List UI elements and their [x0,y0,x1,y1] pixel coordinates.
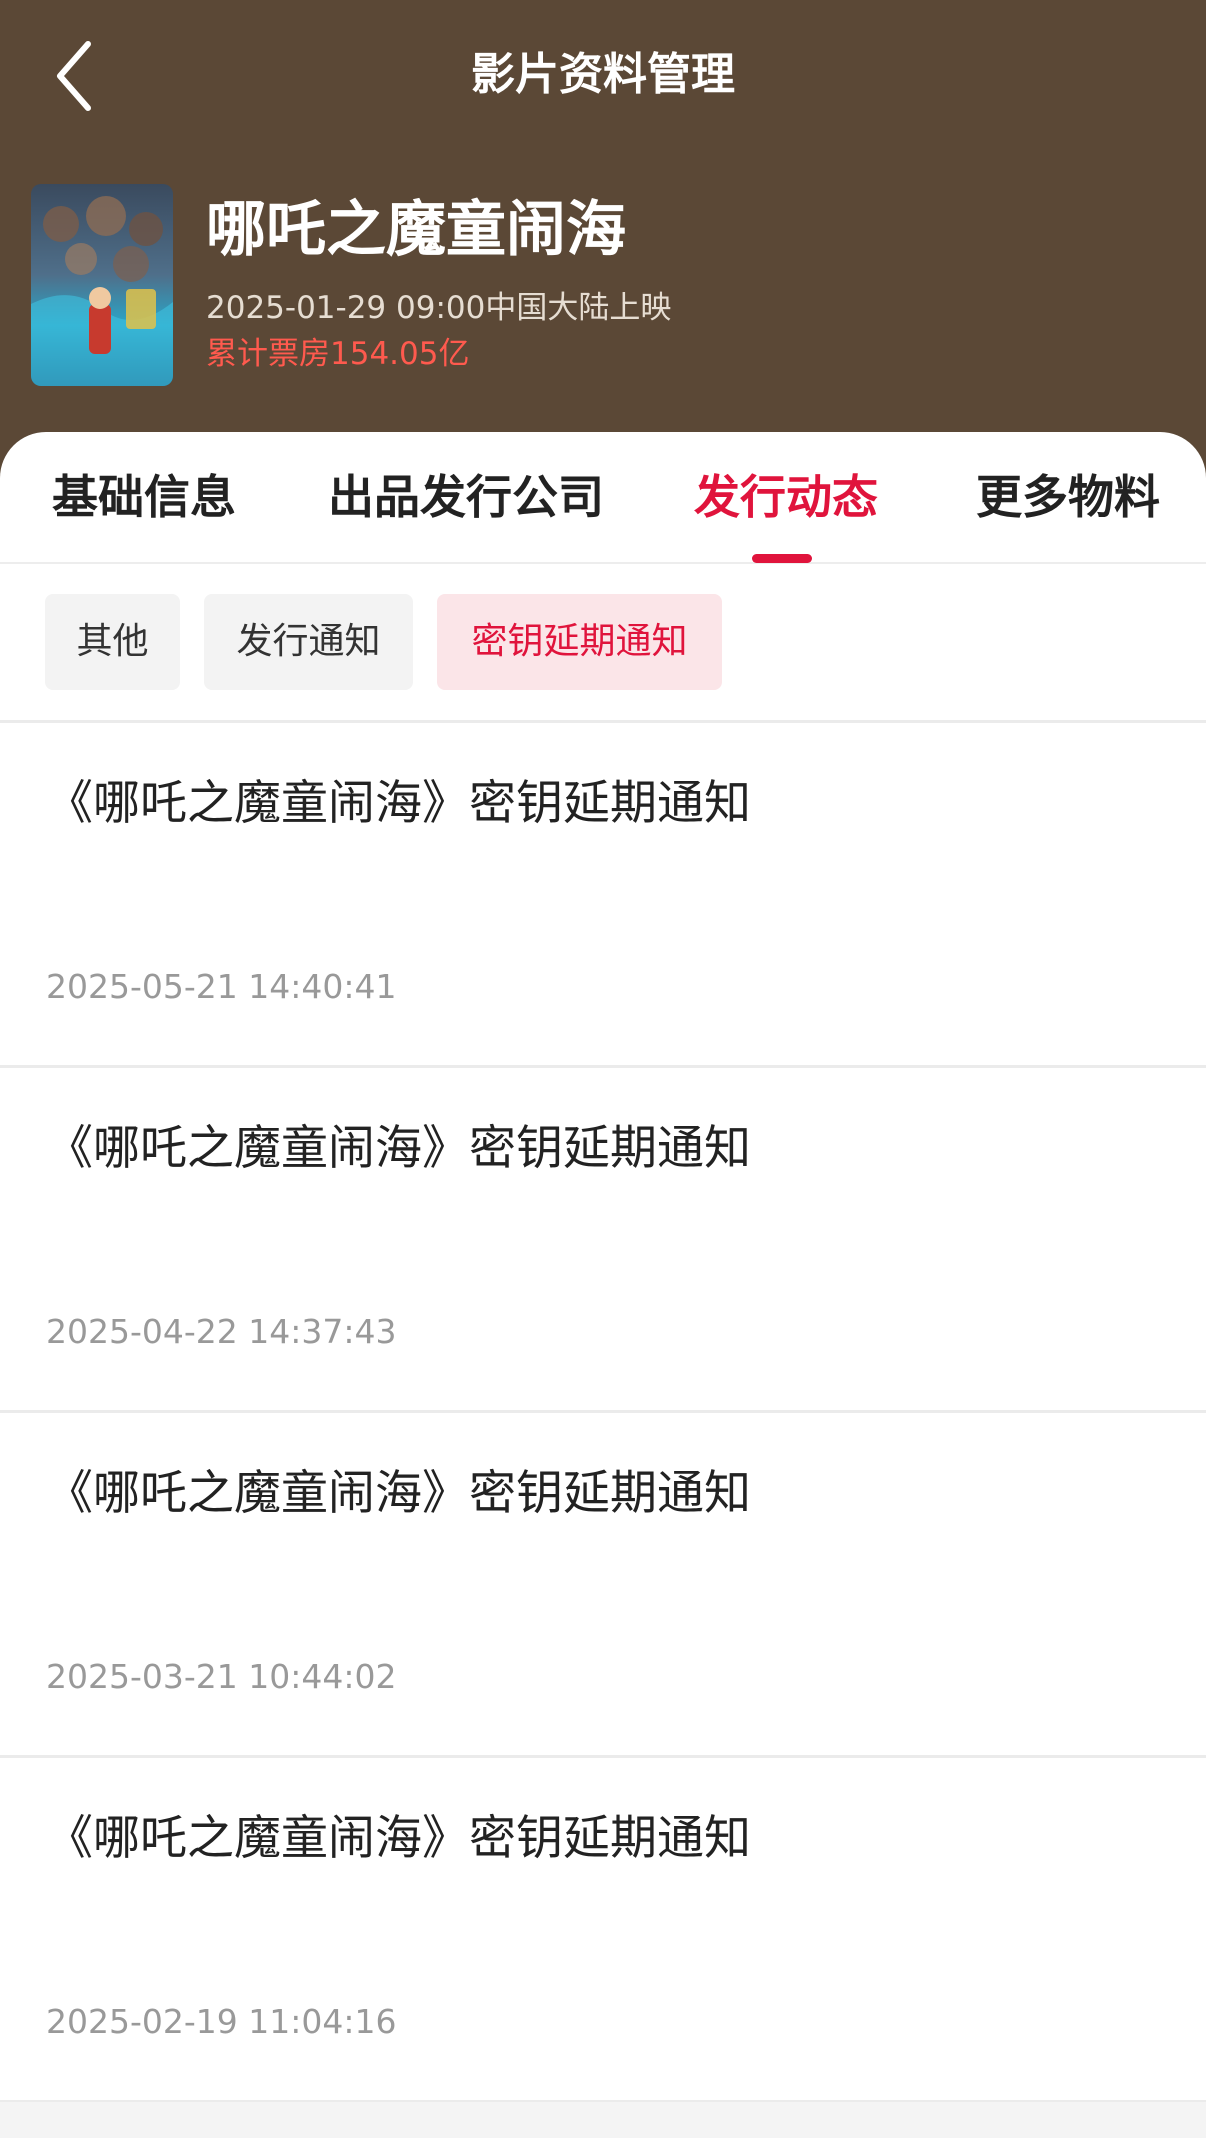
tab-production-distribution[interactable]: 出品发行公司 [328,462,604,532]
list-item[interactable]: 《哪吒之魔童闹海》密钥延期通知 2025-05-21 14:40:41 [0,723,1206,1068]
filter-key-extension-notice[interactable]: 密钥延期通知 [437,594,722,690]
tab-basic-info[interactable]: 基础信息 [52,462,236,532]
content-card: 基础信息 出品发行公司 发行动态 更多物料 其他 发行通知 密钥延期通知 《哪吒… [0,432,1206,2138]
tab-release-updates[interactable]: 发行动态 [694,462,878,532]
release-info: 2025-01-29 09:00中国大陆上映 [206,290,672,326]
notice-title: 《哪吒之魔童闹海》密钥延期通知 [46,1811,751,1866]
page-title: 影片资料管理 [471,49,735,100]
tab-bar: 基础信息 出品发行公司 发行动态 更多物料 [0,432,1206,564]
movie-header: 影片资料管理 哪吒之魔童闹海 2025-01-29 09:00中国大陆上映 累计… [0,0,1206,500]
active-tab-indicator [752,554,812,563]
movie-title: 哪吒之魔童闹海 [206,195,626,265]
notice-timestamp: 2025-05-21 14:40:41 [46,967,397,1006]
tab-more-materials[interactable]: 更多物料 [976,462,1160,532]
list-item[interactable]: 《哪吒之魔童闹海》密钥延期通知 2025-02-19 11:04:16 [0,1758,1206,2103]
notice-timestamp: 2025-04-22 14:37:43 [46,1312,397,1351]
notice-title: 《哪吒之魔童闹海》密钥延期通知 [46,1121,751,1176]
notice-title: 《哪吒之魔童闹海》密钥延期通知 [46,776,751,831]
box-office-total: 累计票房154.05亿 [206,336,470,372]
list-item[interactable]: 《哪吒之魔童闹海》密钥延期通知 2025-04-22 14:37:43 [0,1068,1206,1413]
notice-timestamp: 2025-03-21 10:44:02 [46,1657,397,1696]
filter-release-notice[interactable]: 发行通知 [204,594,413,690]
notice-timestamp: 2025-02-19 11:04:16 [46,2002,397,2041]
bottom-strip [0,2102,1206,2138]
movie-poster[interactable] [31,184,173,386]
list-item[interactable]: 《哪吒之魔童闹海》密钥延期通知 2025-03-21 10:44:02 [0,1413,1206,1758]
notice-title: 《哪吒之魔童闹海》密钥延期通知 [46,1466,751,1521]
filter-other[interactable]: 其他 [45,594,180,690]
